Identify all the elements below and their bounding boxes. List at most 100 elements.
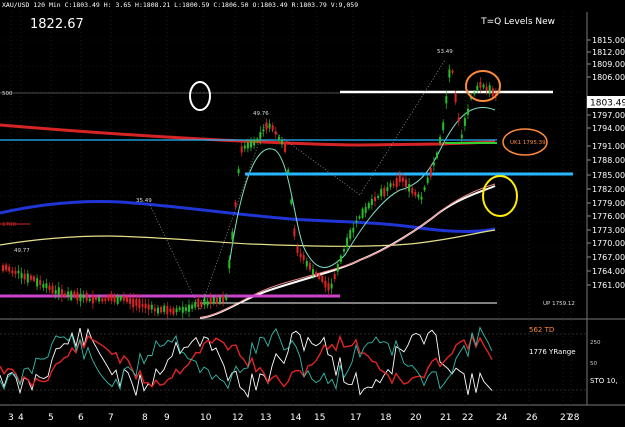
time-tick-label: 10 bbox=[200, 413, 212, 423]
candle-body bbox=[271, 125, 274, 130]
candle-body bbox=[479, 82, 482, 88]
stoch-teal-line bbox=[0, 326, 493, 391]
candle-body bbox=[2, 265, 4, 272]
candle-body bbox=[141, 304, 144, 307]
candle-body bbox=[451, 70, 454, 73]
candle-body bbox=[48, 285, 51, 290]
candle-body bbox=[153, 308, 156, 312]
current-price-label: 1803.49 bbox=[590, 99, 625, 109]
candle-body bbox=[463, 118, 466, 126]
candle-body bbox=[401, 177, 404, 182]
candle-body bbox=[26, 273, 29, 283]
candle-body bbox=[321, 276, 324, 282]
time-tick-label: 26 bbox=[526, 413, 538, 423]
candle-body bbox=[284, 143, 287, 152]
candle-body bbox=[259, 132, 262, 139]
ma-white-line bbox=[199, 185, 496, 319]
candle-body bbox=[299, 253, 302, 258]
label-peak-a: 53.49 bbox=[437, 49, 453, 55]
candle-body bbox=[36, 278, 39, 287]
candle-body bbox=[398, 174, 401, 182]
price-chart[interactable]: 53.49 49.76 35.49 49.77 500 1700 UK1 179… bbox=[0, 0, 625, 427]
label-left-a: 49.77 bbox=[14, 248, 30, 254]
candle-body bbox=[361, 208, 364, 218]
indicator-axis-250: 250 bbox=[590, 340, 601, 346]
candle-body bbox=[231, 231, 234, 240]
candle-body bbox=[392, 183, 395, 186]
candle-body bbox=[113, 295, 116, 303]
stochastic-panel bbox=[0, 326, 587, 399]
candle-body bbox=[414, 191, 417, 196]
candle-body bbox=[135, 298, 138, 306]
candle-body bbox=[476, 85, 479, 90]
time-tick-label: 28 bbox=[568, 413, 580, 423]
candle-body bbox=[370, 199, 373, 205]
candle-body bbox=[209, 297, 212, 305]
candle-body bbox=[237, 168, 240, 174]
candle-body bbox=[460, 134, 463, 139]
time-tick-label: 24 bbox=[496, 413, 508, 423]
candle-body bbox=[33, 276, 35, 281]
candle-body bbox=[426, 177, 429, 184]
candle-body bbox=[79, 293, 82, 302]
time-tick-label: 7 bbox=[108, 413, 114, 423]
candle-body bbox=[157, 307, 159, 314]
candle-body bbox=[39, 280, 42, 286]
candle-body bbox=[432, 162, 435, 166]
candle-body bbox=[386, 187, 389, 192]
candle-body bbox=[336, 264, 339, 272]
candle-body bbox=[482, 84, 485, 88]
indicator-range-label: 1776 YRange bbox=[529, 348, 576, 356]
candle-body bbox=[358, 216, 361, 219]
label-mid-note: UK1 1795.39 bbox=[510, 140, 546, 146]
candle-body bbox=[70, 291, 73, 300]
candle-body bbox=[172, 308, 175, 315]
indicator-sto-label: STO 10, bbox=[590, 377, 618, 385]
candle-body bbox=[67, 291, 70, 297]
candle-body bbox=[333, 274, 336, 279]
candle-body bbox=[45, 283, 48, 289]
candle-body bbox=[290, 199, 293, 204]
price-axis[interactable]: 1815.001812.001809.001806.001800.001797.… bbox=[587, 36, 625, 290]
candle-body bbox=[287, 169, 290, 173]
candle-body bbox=[246, 142, 249, 149]
time-tick-label: 22 bbox=[462, 413, 473, 423]
candle-body bbox=[150, 304, 153, 310]
label-left-level: 500 bbox=[2, 91, 13, 97]
candle-body bbox=[408, 184, 411, 192]
candle-body bbox=[88, 298, 91, 301]
candle-body bbox=[225, 295, 228, 300]
time-tick-label: 3 bbox=[8, 413, 14, 423]
candle-body bbox=[219, 297, 221, 304]
candle-body bbox=[454, 93, 457, 103]
candle-body bbox=[215, 297, 218, 304]
price-tick-label: 1797.00 bbox=[592, 111, 625, 120]
candle-body bbox=[160, 306, 163, 313]
candle-body bbox=[389, 183, 392, 187]
candle-body bbox=[138, 299, 141, 309]
candle-body bbox=[178, 307, 181, 310]
time-tick-label: 9 bbox=[164, 413, 170, 423]
price-tick-label: 1806.00 bbox=[592, 73, 625, 82]
candle-body bbox=[17, 270, 20, 274]
candle-body bbox=[101, 298, 104, 302]
candle-body bbox=[377, 195, 380, 198]
candle-body bbox=[256, 138, 259, 142]
price-tick-label: 1785.00 bbox=[592, 171, 625, 180]
price-tick-label: 1788.00 bbox=[592, 156, 625, 165]
price-tick-label: 1791.00 bbox=[592, 142, 625, 151]
candle-body bbox=[339, 255, 342, 263]
candle-body bbox=[104, 298, 107, 301]
candle-body bbox=[147, 304, 150, 310]
time-tick-label: 6 bbox=[78, 413, 84, 423]
candle-body bbox=[132, 298, 135, 308]
chart-window[interactable]: XAU/USD 120 Min C:1803.49 H: 3.65 H:1808… bbox=[0, 0, 625, 427]
candle-body bbox=[467, 108, 469, 115]
candle-body bbox=[485, 86, 488, 91]
candle-body bbox=[274, 131, 277, 135]
time-axis[interactable]: 3 4 5 6 7 8 9 10 12 13 14 15 17 18 20 21 22 24 26 2728 bbox=[8, 413, 580, 423]
candle-body bbox=[445, 96, 448, 104]
candle-body bbox=[240, 146, 243, 153]
price-tick-label: 1812.00 bbox=[592, 48, 625, 57]
candle-body bbox=[423, 187, 426, 191]
